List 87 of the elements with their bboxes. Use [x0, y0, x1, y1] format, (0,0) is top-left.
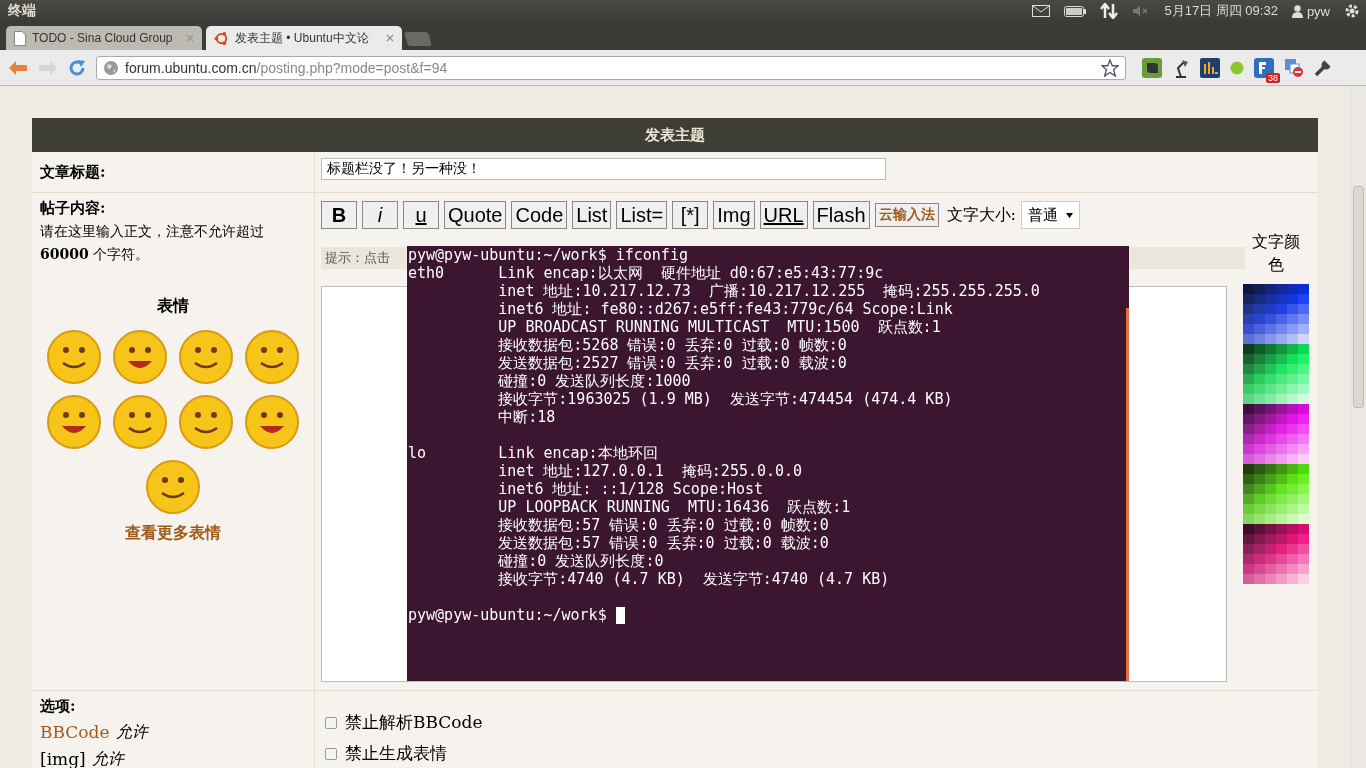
reload-icon[interactable]	[68, 58, 86, 77]
globe-icon	[103, 59, 119, 76]
checkbox-label[interactable]: 禁止解析BBCode	[345, 711, 483, 734]
blocker-icon[interactable]	[1284, 57, 1304, 78]
page-icon	[14, 30, 26, 46]
ubuntu-logo-icon	[214, 30, 229, 46]
content-label: 帖子内容:	[40, 199, 107, 218]
terminal-line: 碰撞:0 发送队列长度:0	[497, 552, 665, 570]
battery-icon[interactable]	[1064, 5, 1087, 17]
volume-muted-icon[interactable]	[1132, 5, 1151, 17]
terminal-line: 接收字节:1963025 (1.9 MB) 发送字节:474454 (474.4 KB)	[497, 390, 954, 408]
format-button[interactable]: Quote	[444, 201, 507, 229]
terminal-line: inet 地址:10.217.12.73 广播:10.217.12.255 掩码:255.255.255.0	[497, 282, 1041, 300]
format-button[interactable]: u	[403, 201, 439, 229]
format-button[interactable]: i	[362, 201, 398, 229]
smilies-title: 表情	[156, 296, 190, 317]
smiley-icon[interactable]	[112, 329, 168, 385]
font-size-select[interactable]: 普通	[1020, 201, 1080, 229]
terminal-line: inet6 地址: ::1/128 Scope:Host	[497, 480, 765, 498]
browser-tab[interactable]: TODO - Sina Cloud Group	[6, 26, 202, 50]
terminal-line: 碰撞:0 发送队列长度:1000	[497, 372, 692, 390]
bbcode-link[interactable]: BBCode	[40, 722, 110, 743]
checkbox[interactable]	[325, 747, 337, 760]
format-button[interactable]: Img	[713, 201, 755, 229]
wrench-icon[interactable]	[1314, 58, 1332, 77]
terminal-line: pyw@pyw-ubuntu:~/work$ ifconfig	[408, 246, 689, 264]
terminal-line: UP BROADCAST RUNNING MULTICAST MTU:1500 跃点数:1	[497, 318, 942, 336]
option-status: 允许	[115, 722, 148, 743]
smiley-icon[interactable]	[46, 394, 102, 450]
format-button[interactable]: Flash	[812, 201, 870, 229]
terminal-line: 接收数据包:57 错误:0 丢弃:0 过载:0 帧数:0	[497, 516, 830, 534]
notification-badge: 38	[1266, 72, 1280, 83]
browser-tab[interactable]: 发表主题 • Ubuntu中文论	[206, 26, 402, 50]
bar-chart-icon[interactable]	[1200, 57, 1220, 78]
user-name[interactable]: pyw	[1306, 3, 1330, 19]
format-button[interactable]: B	[321, 201, 357, 229]
option-name: [img]	[40, 749, 86, 768]
terminal-line: 接收数据包:5268 错误:0 丢弃:0 过载:0 帧数:0	[497, 336, 848, 354]
mail-icon[interactable]	[1032, 5, 1051, 17]
form-header: 发表主题	[32, 118, 1318, 152]
terminal-line: lo Link encap:本地环回	[408, 444, 659, 462]
terminal-line: inet 地址:127.0.0.1 掩码:255.0.0.0	[497, 462, 804, 480]
address-bar[interactable]: forum.ubuntu.com.cn/posting.php?mode=post&f=94	[96, 55, 1126, 80]
star-icon[interactable]	[1101, 58, 1119, 77]
format-button[interactable]: List=	[616, 201, 668, 229]
terminal-line: 发送数据包:2527 错误:0 丢弃:0 过载:0 载波:0	[497, 354, 848, 372]
smiley-icon[interactable]	[46, 329, 102, 385]
format-button[interactable]: [*]	[672, 201, 709, 229]
user-icon[interactable]	[1291, 4, 1303, 18]
subject-label: 文章标题:	[40, 162, 106, 182]
status-dot-icon[interactable]	[1230, 60, 1244, 75]
terminal-line: 发送数据包:57 错误:0 丢弃:0 过载:0 载波:0	[497, 534, 830, 552]
format-button[interactable]: URL	[759, 201, 808, 229]
terminal-line: UP LOOPBACK RUNNING MTU:16436 跃点数:1	[497, 498, 852, 516]
checkbox-label[interactable]: 禁止生成表情	[345, 742, 447, 765]
checkbox[interactable]	[325, 716, 337, 729]
format-button[interactable]: Code	[511, 201, 568, 229]
terminal-line: 接收字节:4740 (4.7 KB) 发送字节:4740 (4.7 KB)	[497, 570, 891, 588]
smiley-icon[interactable]	[178, 329, 234, 385]
terminal-prompt: pyw@pyw-ubuntu:~/work$	[408, 606, 607, 624]
font-size-label: 文字大小:	[946, 204, 1016, 226]
format-button[interactable]: List	[572, 201, 612, 229]
smiley-icon[interactable]	[244, 394, 300, 450]
more-smilies-link[interactable]: 查看更多表情	[40, 523, 306, 544]
dropdown-icon	[1065, 212, 1073, 218]
window-title: 终端	[8, 2, 36, 20]
smiley-icon[interactable]	[112, 394, 168, 450]
ime-button[interactable]: 云输入法	[874, 203, 939, 227]
options-label: 选项:	[40, 697, 77, 716]
network-icon[interactable]	[1100, 3, 1119, 19]
smiley-icon[interactable]	[178, 394, 234, 450]
content-hint: 请在这里输入正文，注意不允许超过 60000 个字符。	[40, 222, 265, 264]
power-icon[interactable]	[1344, 3, 1360, 19]
color-palette[interactable]	[1243, 284, 1309, 584]
clock[interactable]: 5月17日 周四 09:32	[1164, 2, 1278, 20]
scrollbar[interactable]	[1350, 86, 1366, 768]
terminal-line: eth0 Link encap:以太网 硬件地址 d0:67:e5:43:77:9c	[408, 264, 885, 282]
subject-field[interactable]: 标题栏没了！另一种没！	[321, 158, 886, 180]
tip-text: 提示：点击	[325, 249, 390, 267]
option-status: 允许	[91, 749, 124, 768]
smiley-icon[interactable]	[244, 329, 300, 385]
color-label: 文字颜色	[1251, 231, 1301, 276]
terminal-line: 中断:18	[497, 408, 557, 426]
smiley-icon[interactable]	[145, 459, 201, 515]
terminal-line: inet6 地址: fe80::d267:e5ff:fe43:779c/64 Scope:Link	[497, 300, 954, 318]
terminal-window[interactable]	[407, 246, 1129, 681]
text-cursor	[615, 606, 625, 624]
